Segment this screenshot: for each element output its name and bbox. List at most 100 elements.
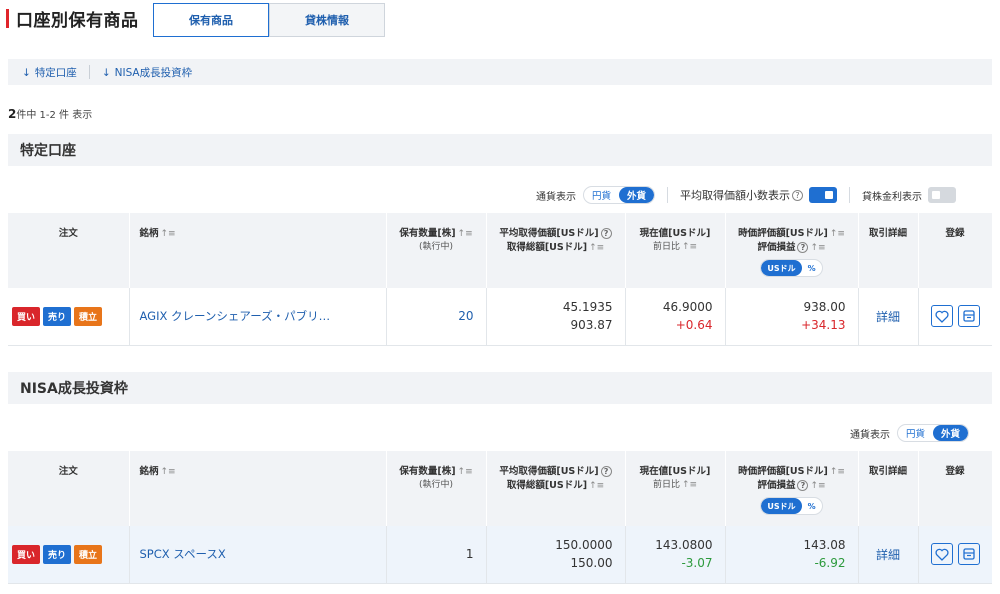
price-value: 46.9000	[662, 300, 713, 315]
sort-icon[interactable]: ↑≡	[161, 229, 176, 239]
col-qty[interactable]: 保有数量[株] ↑≡ (執行中)	[386, 213, 487, 288]
col-market-value[interactable]: 時価評価額[USドル] ↑≡ 評価損益? ↑≡ USドル%	[725, 213, 859, 288]
sell-button[interactable]: 売り	[43, 544, 72, 564]
price-cell: 143.0800 -3.07	[625, 526, 726, 584]
pnl-value: -6.92	[814, 556, 846, 571]
tab-holdings[interactable]: 保有商品	[153, 3, 269, 37]
order-cell: 買い 売り 積立	[8, 288, 130, 346]
pnl-unit-pct[interactable]: %	[802, 260, 822, 276]
currency-yen-option[interactable]: 円貨	[584, 187, 619, 203]
pnl-unit-toggle[interactable]: USドル%	[760, 259, 823, 277]
accumulate-button[interactable]: 積立	[74, 306, 103, 326]
sort-icon[interactable]: ↑≡	[682, 242, 697, 252]
sort-icon[interactable]: ↑≡	[458, 229, 473, 239]
sort-icon[interactable]: ↑≡	[682, 480, 697, 490]
divider	[849, 187, 851, 203]
jump-link-tokutei[interactable]: ↓ 特定口座	[22, 65, 77, 80]
market-value-cell: 143.08 -6.92	[725, 526, 859, 584]
col-order: 注文	[8, 213, 130, 288]
avg-decimal-switch[interactable]	[809, 187, 838, 203]
pnl-unit-pct[interactable]: %	[802, 498, 822, 514]
col-detail: 取引詳細	[858, 213, 919, 288]
col-qty[interactable]: 保有数量[株] ↑≡ (執行中)	[386, 451, 487, 526]
col-avg-price[interactable]: 平均取得価額[USドル]? 取得総額[USドル] ↑≡	[486, 451, 626, 526]
jump-link-nisa[interactable]: ↓ NISA成長投資枠	[102, 65, 192, 80]
currency-yen-option[interactable]: 円貨	[898, 425, 933, 441]
pnl-unit-usd[interactable]: USドル	[761, 260, 802, 276]
table-row: 買い 売り 積立 AGIX クレーンシェアーズ・パブリ… 20 45.1935 9…	[8, 288, 992, 346]
question-icon[interactable]: ?	[797, 242, 809, 253]
total-cost-value: 903.87	[570, 318, 613, 333]
table-row: 買い 売り 積立 SPCX スペースX 1 150.0000 150.00 143…	[8, 526, 992, 584]
currency-toggle[interactable]: 円貨 外貨	[897, 424, 970, 442]
change-value: +0.64	[675, 318, 713, 333]
col-name[interactable]: 銘柄 ↑≡	[129, 451, 387, 526]
market-value-cell: 938.00 +34.13	[725, 288, 859, 346]
page-header: 口座別保有商品 保有商品 貸株情報	[0, 0, 1000, 40]
heart-icon[interactable]	[930, 305, 953, 328]
detail-link[interactable]: 詳細	[858, 288, 919, 346]
currency-display-label: 通貨表示	[536, 191, 576, 203]
total-cost-value: 150.00	[570, 556, 613, 571]
currency-display-label: 通貨表示	[850, 429, 890, 441]
sort-icon[interactable]: ↑≡	[810, 243, 825, 253]
buy-button[interactable]: 買い	[12, 306, 41, 326]
lending-rate-label: 貸株金利表示	[862, 191, 923, 203]
sort-icon[interactable]: ↑≡	[810, 481, 825, 491]
stock-name-link[interactable]: SPCX スペースX	[130, 547, 226, 561]
pnl-unit-toggle[interactable]: USドル%	[760, 497, 823, 515]
ticker-alert-icon[interactable]	[957, 305, 980, 328]
sort-icon[interactable]: ↑≡	[589, 481, 604, 491]
question-icon[interactable]: ?	[600, 466, 612, 477]
stock-name-link[interactable]: AGIX クレーンシェアーズ・パブリ…	[130, 309, 331, 323]
pnl-unit-usd[interactable]: USドル	[761, 498, 802, 514]
market-value: 938.00	[803, 300, 846, 315]
section-title-nisa: NISA成長投資枠	[8, 372, 992, 404]
sort-icon[interactable]: ↑≡	[830, 467, 845, 477]
account-jump-bar: ↓ 特定口座 ↓ NISA成長投資枠	[8, 59, 992, 85]
col-avg-price[interactable]: 平均取得価額[USドル]? 取得総額[USドル] ↑≡	[486, 213, 626, 288]
buy-button[interactable]: 買い	[12, 544, 41, 564]
order-cell: 買い 売り 積立	[8, 526, 130, 584]
sell-button[interactable]: 売り	[43, 306, 72, 326]
ticker-alert-icon[interactable]	[957, 543, 980, 566]
price-cell: 46.9000 +0.64	[625, 288, 726, 346]
arrow-down-icon: ↓	[101, 66, 111, 79]
col-name[interactable]: 銘柄 ↑≡	[129, 213, 387, 288]
tab-lending-info[interactable]: 貸株情報	[269, 3, 385, 37]
quantity-value[interactable]: 20	[386, 288, 487, 346]
quantity-value: 1	[386, 526, 487, 584]
currency-foreign-option[interactable]: 外貨	[619, 187, 655, 203]
avg-price-cell: 45.1935 903.87	[486, 288, 626, 346]
table-header-row: 注文 銘柄 ↑≡ 保有数量[株] ↑≡ (執行中) 平均取得価額[USドル]? 取得総額…	[8, 213, 993, 288]
sort-icon[interactable]: ↑≡	[161, 467, 176, 477]
holdings-table-nisa: 注文 銘柄 ↑≡ 保有数量[株] ↑≡ (執行中) 平均取得価額[USドル]? 取得総額…	[8, 451, 993, 584]
col-price[interactable]: 現在値[USドル] 前日比 ↑≡	[625, 451, 726, 526]
market-value: 143.08	[803, 538, 846, 553]
page-title: 口座別保有商品	[16, 11, 139, 31]
table-header-row: 注文 銘柄 ↑≡ 保有数量[株] ↑≡ (執行中) 平均取得価額[USドル]? 取得総額…	[8, 451, 993, 526]
lending-rate-switch[interactable]	[928, 187, 957, 203]
holdings-table-tokutei: 注文 銘柄 ↑≡ 保有数量[株] ↑≡ (執行中) 平均取得価額[USドル]? 取得総額…	[8, 213, 993, 346]
display-toolbar-nisa: 通貨表示 円貨 外貨	[850, 423, 970, 443]
accumulate-button[interactable]: 積立	[74, 544, 103, 564]
question-icon[interactable]: ?	[797, 480, 809, 491]
avg-price-value: 150.0000	[555, 538, 613, 553]
register-cell	[918, 526, 992, 584]
title-accent-bar	[6, 9, 9, 28]
detail-link[interactable]: 詳細	[858, 526, 919, 584]
col-register: 登録	[918, 213, 993, 288]
col-price[interactable]: 現在値[USドル] 前日比 ↑≡	[625, 213, 726, 288]
sort-icon[interactable]: ↑≡	[589, 243, 604, 253]
question-icon[interactable]: ?	[792, 189, 804, 201]
currency-toggle[interactable]: 円貨 外貨	[583, 186, 656, 204]
currency-foreign-option[interactable]: 外貨	[933, 425, 969, 441]
question-icon[interactable]: ?	[600, 228, 612, 239]
col-market-value[interactable]: 時価評価額[USドル] ↑≡ 評価損益? ↑≡ USドル%	[725, 451, 859, 526]
heart-icon[interactable]	[930, 543, 953, 566]
sort-icon[interactable]: ↑≡	[458, 467, 473, 477]
sort-icon[interactable]: ↑≡	[830, 229, 845, 239]
change-value: -3.07	[681, 556, 713, 571]
section-title-tokutei: 特定口座	[8, 134, 992, 166]
col-register: 登録	[918, 451, 993, 526]
